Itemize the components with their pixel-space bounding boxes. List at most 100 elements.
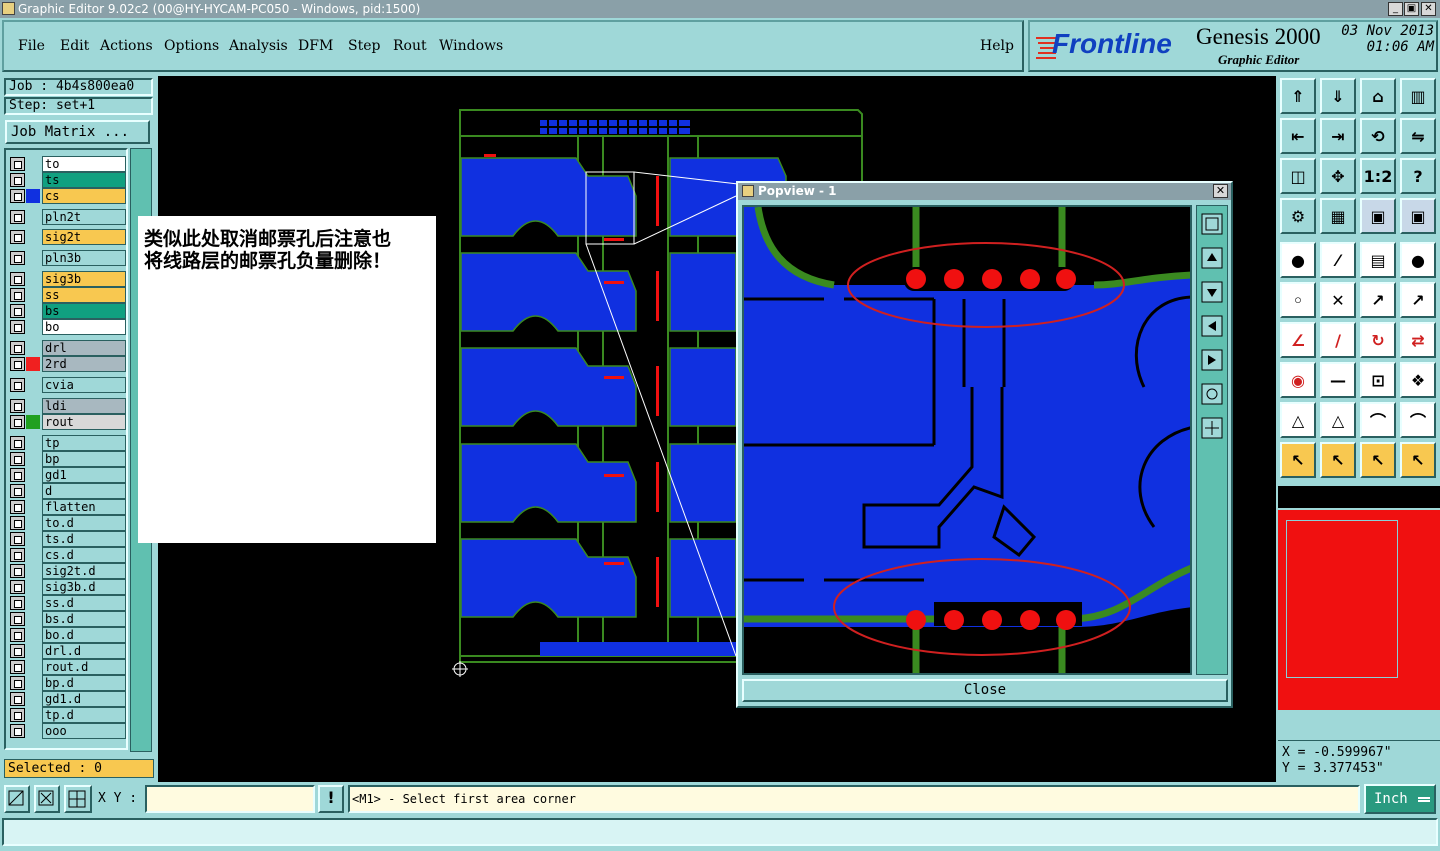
pointer-graph-icon[interactable]: ↖ [1400, 442, 1436, 478]
layer-label[interactable]: cvia [42, 377, 126, 393]
zoom-area-icon[interactable] [4, 785, 30, 813]
layer-label[interactable]: cs.d [42, 547, 126, 563]
layer-checkbox[interactable] [10, 580, 25, 594]
step-up-icon[interactable]: ⇑ [1280, 78, 1316, 114]
warning-button[interactable]: ! [318, 785, 344, 813]
layer-label[interactable]: to.d [42, 515, 126, 531]
layer-row-ss-d[interactable]: ss.d [10, 595, 126, 611]
menu-dfm[interactable]: DFM [298, 38, 333, 54]
pointer-icon[interactable]: ↖ [1280, 442, 1316, 478]
layer-checkbox[interactable] [10, 708, 25, 722]
menu-edit[interactable]: Edit [60, 38, 89, 54]
array-icon[interactable]: ⊡ [1360, 362, 1396, 398]
layer-checkbox[interactable] [10, 251, 25, 265]
layer-checkbox[interactable] [10, 452, 25, 466]
popview-pan-right-icon[interactable] [1199, 347, 1225, 377]
pointer-select-icon[interactable]: ↖ [1360, 442, 1396, 478]
popview-canvas[interactable] [742, 205, 1192, 675]
pointer-alt-icon[interactable]: ↖ [1320, 442, 1356, 478]
layer-row-rout[interactable]: rout [10, 414, 126, 430]
layer-row-gd1[interactable]: gd1 [10, 467, 126, 483]
layer-row-pln3b[interactable]: pln3b [10, 250, 126, 266]
layer-row-drl-d[interactable]: drl.d [10, 643, 126, 659]
arch-icon[interactable]: ⌒ [1360, 402, 1396, 438]
layer-row-ss[interactable]: ss [10, 287, 126, 303]
layer-row-cvia[interactable]: cvia [10, 377, 126, 393]
layer-row-tp-d[interactable]: tp.d [10, 707, 126, 723]
menu-step[interactable]: Step [348, 38, 380, 54]
angle-icon[interactable]: ∠ [1280, 322, 1316, 358]
layer-label[interactable]: rout [42, 414, 126, 430]
layer-checkbox[interactable] [10, 288, 25, 302]
layer-label[interactable]: rout.d [42, 659, 126, 675]
layer-row-d[interactable]: d [10, 483, 126, 499]
layer-checkbox[interactable] [10, 378, 25, 392]
layer-label[interactable]: to [42, 156, 126, 172]
mirror-icon[interactable]: ⇋ [1400, 118, 1436, 154]
maximize-button[interactable]: ▣ [1404, 2, 1419, 16]
arc-icon[interactable]: ↗ [1360, 282, 1396, 318]
layer-checkbox[interactable] [10, 415, 25, 429]
layer-row-bo-d[interactable]: bo.d [10, 627, 126, 643]
layer-label[interactable]: d [42, 483, 126, 499]
layer-row-bp-d[interactable]: bp.d [10, 675, 126, 691]
menu-windows[interactable]: Windows [439, 38, 503, 54]
group-icon[interactable]: ❖ [1400, 362, 1436, 398]
layer-row-bs-d[interactable]: bs.d [10, 611, 126, 627]
cross-icon[interactable]: ✕ [1320, 282, 1356, 318]
layer-row-gd1-d[interactable]: gd1.d [10, 691, 126, 707]
layer-row-ts[interactable]: ts [10, 172, 126, 188]
layer-checkbox[interactable] [10, 399, 25, 413]
layer-checkbox[interactable] [10, 612, 25, 626]
layer-row-bp[interactable]: bp [10, 451, 126, 467]
layer-checkbox[interactable] [10, 596, 25, 610]
layer-label[interactable]: 2rd [42, 356, 126, 372]
layer-row-sig3b-d[interactable]: sig3b.d [10, 579, 126, 595]
layer-row-bs[interactable]: bs [10, 303, 126, 319]
menu-analysis[interactable]: Analysis [229, 38, 288, 54]
rotate-icon[interactable]: ⟲ [1360, 118, 1396, 154]
layer-row-to-d[interactable]: to.d [10, 515, 126, 531]
close-window-button[interactable]: ✕ [1421, 2, 1436, 16]
layer-label[interactable]: sig2t.d [42, 563, 126, 579]
flip-icon[interactable]: ⇄ [1400, 322, 1436, 358]
popview-home-icon[interactable] [1199, 415, 1225, 445]
dash-icon[interactable]: — [1320, 362, 1356, 398]
menu-file[interactable]: File [18, 38, 45, 54]
layer-label[interactable]: sig2t [42, 229, 126, 245]
settings-icon[interactable]: ⚙ [1280, 198, 1316, 234]
layer-label[interactable]: sig3b [42, 271, 126, 287]
layer-checkbox[interactable] [10, 157, 25, 171]
pad-red-icon[interactable]: ◉ [1280, 362, 1316, 398]
menu-options[interactable]: Options [164, 38, 219, 54]
layer-row-rout-d[interactable]: rout.d [10, 659, 126, 675]
layer-label[interactable]: bp [42, 451, 126, 467]
layer-checkbox[interactable] [10, 500, 25, 514]
split-view-icon[interactable]: ▥ [1400, 78, 1436, 114]
layer-checkbox[interactable] [10, 660, 25, 674]
layer-red-icon[interactable]: ▣ [1360, 198, 1396, 234]
layer-checkbox[interactable] [10, 173, 25, 187]
menu-actions[interactable]: Actions [100, 38, 153, 54]
layer-label[interactable]: ldi [42, 398, 126, 414]
layer-label[interactable]: bp.d [42, 675, 126, 691]
layer-label[interactable]: ss.d [42, 595, 126, 611]
layer-checkbox[interactable] [10, 468, 25, 482]
rotate-arc-icon[interactable]: ↻ [1360, 322, 1396, 358]
zoom-center-icon[interactable]: ✥ [1320, 158, 1356, 194]
layer-checkbox[interactable] [10, 644, 25, 658]
layer-checkbox[interactable] [10, 357, 25, 371]
menu-rout[interactable]: Rout [393, 38, 427, 54]
home-icon[interactable]: ⌂ [1360, 78, 1396, 114]
panel-left-icon[interactable]: ⇤ [1280, 118, 1316, 154]
job-matrix-button[interactable]: Job Matrix ... [5, 120, 150, 144]
layer-row-sig3b[interactable]: sig3b [10, 271, 126, 287]
pad-icon[interactable]: ● [1280, 242, 1316, 278]
diagonal-icon[interactable]: / [1320, 322, 1356, 358]
layer-checkbox[interactable] [10, 628, 25, 642]
layer-row-tp[interactable]: tp [10, 435, 126, 451]
triangle-alt-icon[interactable]: △ [1320, 402, 1356, 438]
layer-row-to[interactable]: to [10, 156, 126, 172]
scale-1-2-icon[interactable]: 1:2 [1360, 158, 1396, 194]
layer-row-drl[interactable]: drl [10, 340, 126, 356]
